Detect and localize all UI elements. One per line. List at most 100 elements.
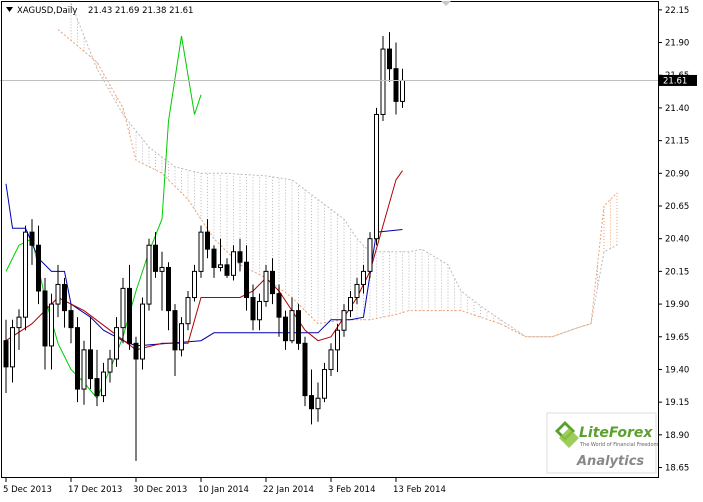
price-tick-label: 22.15: [665, 6, 689, 16]
candle-body-bear: [237, 251, 243, 263]
candle-body-bull: [341, 310, 347, 331]
candle-body-bull: [146, 244, 152, 305]
price-tick-label: 19.65: [665, 333, 689, 343]
candle-body-bull: [81, 349, 87, 390]
candle: [302, 336, 308, 407]
candle-body-bull: [400, 79, 405, 102]
candle-body-bear: [283, 316, 288, 342]
candle-body-bull: [23, 231, 28, 318]
candle-body-bear: [250, 297, 256, 321]
chart-root: XAGUSD,Daily 21.43 21.69 21.38 21.61 22.…: [0, 0, 703, 502]
time-tick-label: 13 Feb 2014: [393, 485, 446, 495]
candle-body-bull: [361, 270, 366, 285]
candle-body-bull: [16, 316, 22, 329]
candle-body-bull: [179, 323, 184, 351]
candle: [380, 36, 386, 121]
brand-product: Analytics: [576, 454, 644, 469]
candle-body-bear: [205, 231, 210, 250]
ohlc-readout: 21.43 21.69 21.38 21.61: [88, 6, 193, 16]
candle-body-bear: [3, 340, 9, 368]
candle-body-bull: [140, 303, 145, 360]
candle-body-bear: [62, 283, 67, 312]
candle-body-bull: [107, 358, 113, 373]
candle-body-bear: [244, 261, 249, 299]
candle: [198, 225, 204, 278]
candle-body-bear: [211, 248, 217, 268]
liteforex-logo: LiteForex The World of Financial Freedom…: [546, 412, 659, 474]
candle-body-bear: [88, 349, 93, 380]
candle-body-bull: [348, 297, 353, 312]
candle-body-bull: [10, 327, 15, 368]
candle-body-bear: [36, 244, 41, 292]
brand-name: LiteForex: [579, 425, 653, 441]
candle-body-bull: [257, 300, 262, 321]
candle-body-bear: [94, 378, 100, 397]
candle: [75, 317, 80, 403]
price-tick-label: 21.40: [665, 104, 689, 114]
price-tick-label: 20.90: [665, 169, 689, 179]
candle: [367, 232, 373, 278]
candle-body-bull: [55, 283, 61, 305]
price-tick-label: 18.65: [665, 464, 689, 474]
price-tick-label: 19.15: [665, 398, 689, 408]
candle: [140, 297, 145, 370]
candle-body-bull: [315, 397, 321, 410]
candle-body-bear: [276, 293, 282, 318]
candle-body-bull: [354, 283, 360, 299]
candle-body-bull: [218, 264, 223, 268]
candle-body-bull: [367, 238, 373, 272]
current-price-tag-text: 21.61: [663, 76, 687, 86]
time-tick-label: 5 Dec 2013: [3, 485, 52, 495]
price-tick-label: 21.15: [665, 137, 689, 147]
candle-body-bull: [114, 327, 119, 360]
price-tick-label: 21.90: [665, 39, 689, 49]
candle: [263, 264, 269, 307]
candle-body-bear: [224, 264, 230, 276]
time-tick-label: 17 Dec 2013: [68, 485, 122, 495]
price-tick-label: 18.90: [665, 431, 689, 441]
candle-body-bull: [101, 371, 106, 397]
candle-body-bear: [172, 310, 178, 351]
candle-body-bull: [159, 266, 165, 272]
candle-body-bear: [42, 290, 48, 347]
candle: [146, 238, 152, 311]
candle-body-bull: [328, 349, 334, 370]
candle-body-bear: [153, 244, 158, 272]
candle-body-bull: [192, 270, 197, 299]
candle-body-bear: [75, 327, 80, 390]
candle-body-bull: [231, 251, 236, 276]
candle-body-bear: [387, 48, 392, 70]
time-tick-label: 3 Feb 2014: [328, 485, 376, 495]
candle-body-bull: [185, 297, 191, 325]
candle-body-bull: [198, 231, 204, 272]
ichimoku-chart[interactable]: XAGUSD,Daily 21.43 21.69 21.38 21.61 22.…: [0, 0, 703, 502]
candle-body-bear: [166, 266, 171, 312]
current-price-tag: 21.61: [659, 74, 697, 86]
chart-header: XAGUSD,Daily 21.43 21.69 21.38 21.61: [6, 6, 193, 16]
candle: [23, 225, 28, 331]
candle-body-bear: [302, 342, 308, 397]
brand-tagline: The World of Financial Freedom: [579, 442, 659, 448]
price-tick-label: 20.40: [665, 235, 689, 245]
price-tick-label: 20.15: [665, 267, 689, 277]
candle-body-bear: [296, 310, 301, 344]
candle-body-bull: [335, 329, 340, 351]
candle-body-bear: [393, 68, 399, 102]
candle-body-bull: [380, 48, 386, 115]
symbol-label: XAGUSD,Daily: [17, 6, 77, 16]
candle-body-bear: [127, 287, 132, 344]
candle-body-bear: [309, 395, 314, 410]
candle: [296, 304, 301, 350]
candle-body-bear: [270, 270, 275, 295]
candle-body-bear: [68, 310, 74, 329]
candle: [374, 107, 379, 246]
price-tick-label: 19.90: [665, 300, 689, 310]
candle-body-bull: [374, 113, 379, 240]
candle-body-bull: [289, 310, 295, 342]
price-tick-label: 20.65: [665, 202, 689, 212]
candle-body-bull: [120, 287, 126, 329]
candle-body-bear: [133, 342, 139, 360]
time-tick-label: 30 Dec 2013: [133, 485, 187, 495]
candle-body-bull: [322, 368, 327, 399]
candle-body-bull: [49, 303, 54, 347]
